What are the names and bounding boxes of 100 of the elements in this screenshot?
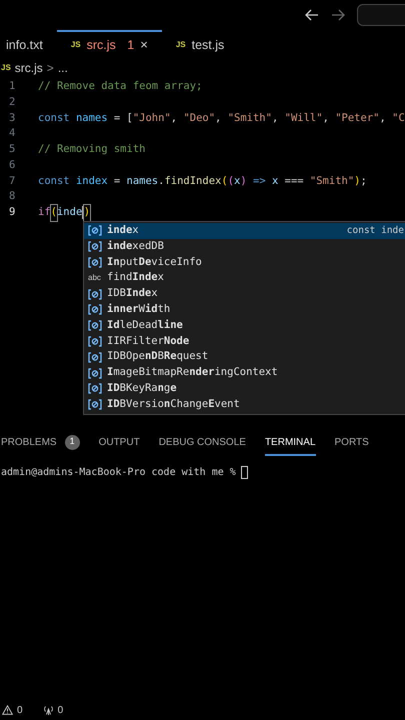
suggestion-item[interactable]: IDBIndex [84,286,405,302]
suggestion-item[interactable]: IDBKeyRange [84,380,405,397]
code-token: const [38,174,71,188]
code-token: ; [360,174,367,188]
tab-label: info.txt [6,36,43,54]
line-number: 2 [8,94,16,110]
code-token: // Remove data feom array; [38,79,202,94]
code-token: . [158,174,164,188]
line-number: 6 [8,158,16,173]
text-icon: abc [88,272,102,284]
code-token: inde [56,205,82,220]
back-arrow-icon[interactable] [305,9,319,21]
suggestion-label: index [107,223,139,238]
panel-tab[interactable]: PORTS [334,430,369,456]
code-token: findIndex [164,174,222,188]
code-token: ) [84,205,90,221]
code-token: "Peter" [335,110,380,126]
suggestion-label: innerWidth [107,302,170,317]
variable-icon [88,383,102,394]
line-number: 3 [8,110,16,126]
variable-icon [88,241,102,252]
line-number: 1 [8,79,16,94]
panel-tab[interactable]: PROBLEMS 1 [1,430,80,456]
tab-label: src.js [86,36,116,54]
terminal-cursor [240,466,248,479]
status-count: 0 [58,704,64,718]
variable-icon [88,336,102,347]
suggestion-item[interactable]: abc findIndex [84,270,405,286]
suggestion-item[interactable]: IDBVersionChangeEvent [84,396,405,413]
suggestion-label: findIndex [107,270,164,286]
code-token: const [38,110,71,126]
antenna-icon [42,705,54,715]
breadcrumb-item[interactable]: src.js [14,59,43,77]
code-token: === [284,174,305,188]
code-token: "John" [132,110,171,126]
suggestion-item[interactable]: innerWidth [84,302,405,318]
problem-count-badge: 1 [64,434,80,450]
panel-tab[interactable]: TERMINAL [264,430,316,456]
terminal-prompt: admin@admins-MacBook-Pro code with me % [1,466,236,480]
suggestion-item[interactable]: IDBOpenDBRequest [84,349,405,366]
text-cursor [82,206,84,220]
suggestion-label: IdleDeadline [107,318,183,333]
editor-tab[interactable]: info.txt [0,30,57,58]
js-file-icon: JS [176,39,186,51]
line-number: 5 [8,142,16,157]
code-token: x [272,174,278,188]
variable-icon [88,304,102,316]
search-field[interactable] [357,4,405,26]
warning-icon [2,705,13,715]
suggestion-item[interactable]: indexedDB [84,238,405,255]
variable-icon [88,320,102,332]
code-token: ( [50,205,57,221]
status-item[interactable]: 0 [2,702,23,718]
status-count: 0 [17,704,23,718]
suggestion-item[interactable]: IIRFilterNode [84,334,405,350]
code-token: "C [392,110,405,126]
editor-tab[interactable]: JS test.js [162,30,238,58]
forward-arrow-icon[interactable] [331,9,345,21]
code-token: = [112,174,122,188]
panel-tab[interactable]: DEBUG CONSOLE [158,430,246,456]
js-file-icon: JS [70,39,81,51]
code-token: ) [240,174,247,188]
code-token: x [234,174,240,188]
suggestion-item[interactable]: IdleDeadline [84,318,405,334]
code-token: "Smith" [228,110,272,126]
suggestion-item[interactable]: InputDeviceInfo [84,254,405,270]
status-item[interactable]: 0 [42,702,64,718]
code-token: index [76,174,108,188]
js-file-icon: JS [1,62,11,74]
code-token: , [170,110,178,126]
editor-tab[interactable]: JS src.js 1 × [56,30,162,58]
code-token: ( [228,174,234,188]
variable-icon [88,352,102,363]
suggestion-label: InputDeviceInfo [107,254,202,270]
suggestion-item[interactable]: index const inde [84,223,405,239]
variable-icon [88,399,102,410]
code-token: names [76,110,108,126]
code-token: , [322,110,330,126]
code-token: => [252,174,267,188]
close-icon[interactable]: × [140,35,148,55]
line-number: 7 [8,174,16,188]
code-token: = [ [112,110,133,126]
code-token: "Smith" [310,174,354,188]
line-number: 8 [8,189,16,204]
variable-icon [88,225,102,236]
breadcrumb-item[interactable]: ... [58,59,68,77]
suggestion-label: IDBOpenDBRequest [107,349,208,364]
variable-icon [88,256,102,268]
code-token: "Deo" [183,110,216,126]
line-number: 9 [8,205,16,220]
code-token: "Will" [284,110,323,126]
panel-tab[interactable]: OUTPUT [98,430,140,456]
code-token: // Removing smith [38,142,146,157]
suggestion-label: IDBIndex [107,286,158,302]
code-token: , [215,110,222,126]
suggestion-label: IDBVersionChangeEvent [107,396,240,412]
code-token: ( [221,174,228,188]
suggestion-item[interactable]: ImageBitmapRenderingContext [84,365,405,381]
line-number: 4 [8,126,16,142]
suggestion-label: IIRFilterNode [107,334,190,349]
